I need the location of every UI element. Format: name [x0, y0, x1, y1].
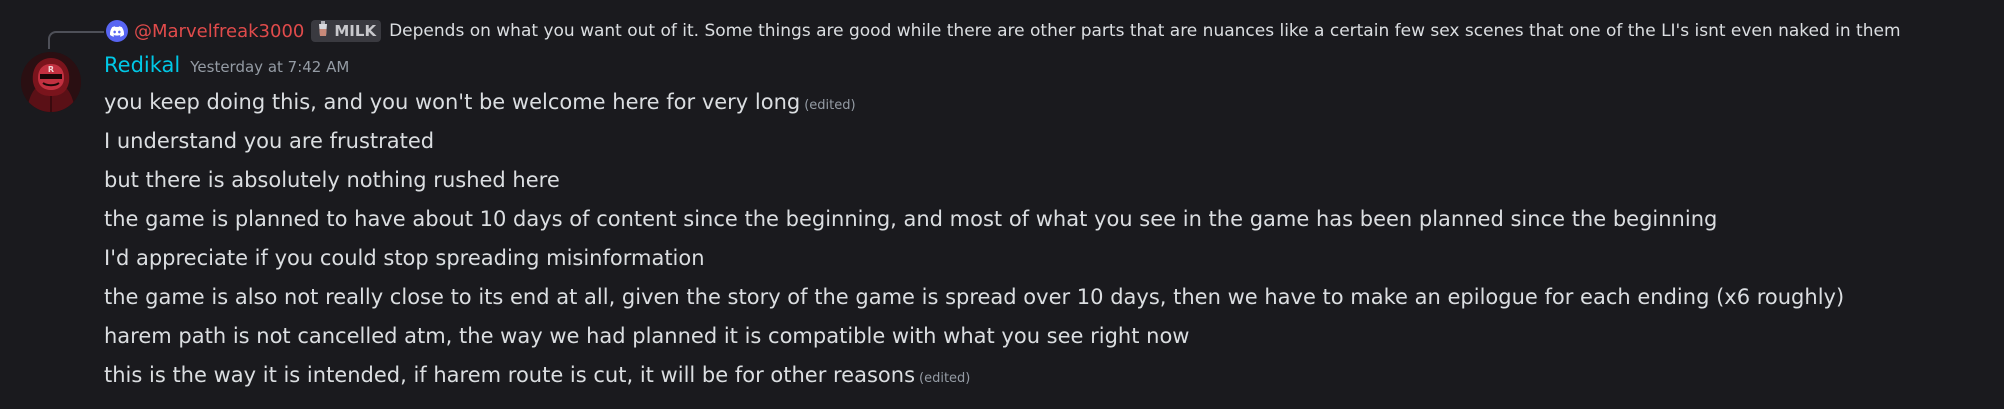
edited-label: (edited)	[804, 98, 856, 113]
message-text: you keep doing this, and you won't be we…	[104, 90, 801, 114]
svg-text:R: R	[48, 65, 54, 74]
message-text: the game is also not really close to its…	[104, 285, 1845, 309]
message-line[interactable]: this is the way it is intended, if harem…	[104, 359, 1984, 398]
message-text: I understand you are frustrated	[104, 129, 435, 153]
message-line[interactable]: harem path is not cancelled atm, the way…	[104, 320, 1984, 359]
discord-logo-icon[interactable]	[106, 20, 128, 42]
role-tag-label: MILK	[334, 22, 377, 40]
message-text: but there is absolutely nothing rushed h…	[104, 168, 560, 192]
message-line[interactable]: the game is also not really close to its…	[104, 281, 1984, 320]
username[interactable]: Redikal	[104, 53, 180, 77]
timestamp[interactable]: Yesterday at 7:42 AM	[190, 58, 349, 76]
message-line[interactable]: I'd appreciate if you could stop spreadi…	[104, 242, 1984, 281]
message-text: I'd appreciate if you could stop spreadi…	[104, 246, 705, 270]
avatar[interactable]: R	[21, 52, 81, 112]
message-line[interactable]: but there is absolutely nothing rushed h…	[104, 164, 1984, 203]
message-line[interactable]: you keep doing this, and you won't be we…	[104, 86, 1984, 125]
message-line[interactable]: the game is planned to have about 10 day…	[104, 203, 1984, 242]
message-text: harem path is not cancelled atm, the way…	[104, 324, 1190, 348]
message-header: Redikal Yesterday at 7:42 AM	[104, 53, 349, 77]
reply-connector	[48, 31, 104, 49]
reply-text[interactable]: Depends on what you want out of it. Some…	[389, 21, 1900, 41]
message-line[interactable]: I understand you are frustrated	[104, 125, 1984, 164]
reply-author[interactable]: @Marvelfreak3000	[134, 21, 304, 42]
message-list: you keep doing this, and you won't be we…	[104, 86, 1984, 398]
reply-preview[interactable]: @Marvelfreak3000 MILK Depends on what yo…	[106, 18, 1901, 44]
edited-label: (edited)	[919, 371, 971, 386]
chat-message-group: @Marvelfreak3000 MILK Depends on what yo…	[0, 0, 2004, 409]
message-text: this is the way it is intended, if harem…	[104, 363, 916, 387]
message-text: the game is planned to have about 10 day…	[104, 207, 1718, 231]
role-tag[interactable]: MILK	[311, 20, 382, 42]
milk-glass-icon	[316, 21, 330, 41]
